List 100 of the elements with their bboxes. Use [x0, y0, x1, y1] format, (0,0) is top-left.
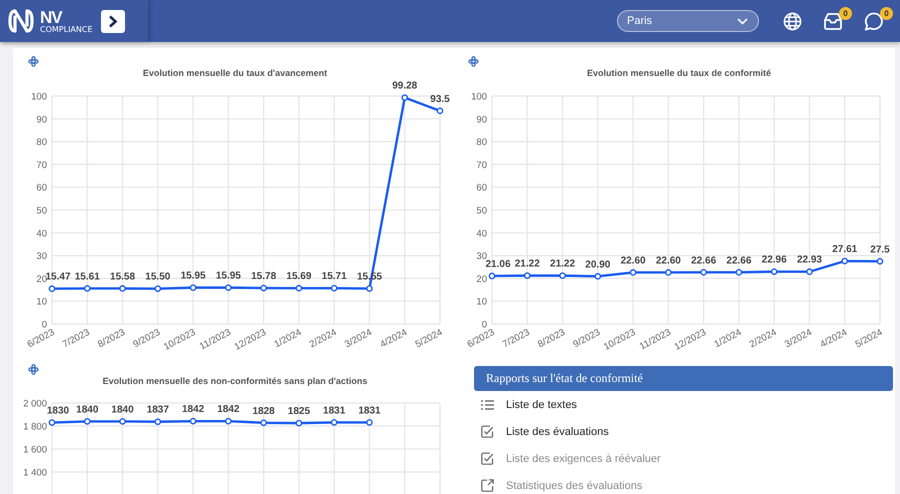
data-point [225, 284, 232, 291]
data-point [401, 94, 408, 101]
data-label: 93.5 [430, 94, 450, 105]
logo-icon [8, 8, 34, 34]
data-label: 15.50 [145, 272, 170, 283]
list-icon [481, 400, 494, 410]
y-axis-label: 70 [476, 160, 487, 171]
data-point [876, 258, 884, 265]
data-label: 1831 [358, 405, 381, 416]
data-point [48, 285, 56, 292]
data-point [366, 419, 373, 426]
data-label: 15.61 [74, 271, 100, 282]
data-point [260, 419, 267, 426]
data-point [841, 258, 848, 264]
y-axis-label: 50 [36, 206, 47, 216]
chart-title: Evolution mensuelle du taux de conformité [586, 67, 772, 80]
chart-title: Evolution mensuelle du taux d'avancement [142, 67, 328, 80]
data-label: 15.69 [286, 271, 312, 282]
data-label: 15.95 [180, 270, 206, 282]
data-label: 27.5 [870, 244, 890, 256]
data-point [190, 284, 196, 291]
data-label: 15.47 [45, 272, 71, 283]
y-axis-label: 40 [476, 228, 487, 240]
y-axis-label: 10 [36, 296, 47, 308]
y-axis-label: 80 [476, 137, 487, 148]
report-link[interactable]: Liste des évaluations [474, 418, 893, 445]
data-label: 21.22 [550, 258, 576, 270]
y-axis-label: 1 600 [23, 444, 47, 456]
data-point [48, 419, 56, 426]
data-point [154, 285, 162, 292]
chevron-down-icon [737, 18, 748, 24]
data-label: 22.96 [762, 254, 787, 266]
data-label: 15.71 [322, 271, 347, 282]
data-point [488, 272, 496, 280]
logo-subtitle: COMPLIANCE [40, 26, 93, 34]
data-point [736, 269, 742, 276]
data-point [366, 285, 373, 292]
data-label: 1840 [111, 404, 134, 416]
data-label: 1831 [323, 405, 346, 416]
data-point [225, 418, 232, 424]
y-axis-label: 20 [36, 274, 47, 285]
y-axis-label: 30 [476, 251, 487, 262]
data-label: 1828 [252, 406, 275, 417]
y-axis-label: 50 [476, 206, 487, 216]
gear-icon[interactable] [28, 364, 39, 375]
globe-icon[interactable] [782, 12, 802, 30]
data-point [806, 268, 813, 276]
y-axis-label: 0 [482, 320, 487, 330]
data-label: 22.93 [796, 254, 822, 266]
y-axis-label: 2 000 [23, 398, 47, 410]
checkbox-icon [481, 452, 494, 465]
data-label: 21.06 [485, 258, 511, 270]
data-label: 22.66 [691, 255, 716, 266]
sidebar-toggle-button[interactable] [100, 10, 125, 32]
y-axis-label: 90 [36, 114, 47, 126]
y-axis-label: 100 [471, 92, 487, 102]
y-axis-label: 30 [36, 251, 47, 262]
data-label: 22.60 [656, 255, 681, 266]
data-label: 15.95 [216, 270, 241, 282]
data-point [84, 285, 91, 292]
y-axis-label: 90 [476, 114, 487, 126]
site-select[interactable]: Paris [617, 10, 759, 32]
y-axis-label: 100 [31, 92, 47, 102]
data-point [296, 284, 302, 292]
checkbox-icon [481, 425, 494, 438]
y-axis-label: 70 [36, 160, 47, 171]
data-label: 20.90 [585, 259, 610, 270]
data-point [559, 272, 566, 279]
logo-title: NV [40, 8, 62, 26]
notification-badge: 0 [839, 7, 852, 20]
external-link-icon [481, 479, 494, 492]
data-label: 27.61 [832, 244, 858, 256]
y-axis-label: 10 [476, 296, 487, 308]
y-axis-label: 80 [36, 137, 47, 148]
data-label: 1830 [46, 406, 70, 417]
data-point [630, 269, 636, 276]
chat-icon[interactable] [864, 12, 884, 30]
inbox-icon[interactable] [823, 12, 843, 30]
data-point [154, 418, 162, 426]
y-axis-label: 60 [36, 182, 47, 194]
reports-header: Rapports sur l'état de conformité [474, 366, 893, 391]
chevron-right-icon [108, 14, 118, 28]
data-point [330, 284, 338, 292]
data-point [84, 418, 91, 425]
data-label: 99.28 [392, 80, 418, 92]
data-point [436, 108, 444, 114]
data-point [594, 273, 602, 280]
data-point [524, 272, 531, 279]
y-axis-label: 0 [42, 320, 47, 330]
data-point [119, 418, 126, 425]
data-label: 1837 [146, 404, 169, 416]
data-label: 15.58 [110, 271, 136, 282]
gear-icon[interactable] [468, 56, 479, 67]
y-axis-label: 1 800 [23, 422, 47, 432]
data-point [296, 420, 302, 426]
report-link[interactable]: Liste de textes [474, 391, 893, 418]
gear-icon[interactable] [28, 56, 39, 67]
data-point [260, 284, 267, 292]
y-axis-label: 20 [476, 274, 487, 285]
chart-title: Evolution mensuelle des non-conformités sans plan d'actions [102, 375, 368, 388]
